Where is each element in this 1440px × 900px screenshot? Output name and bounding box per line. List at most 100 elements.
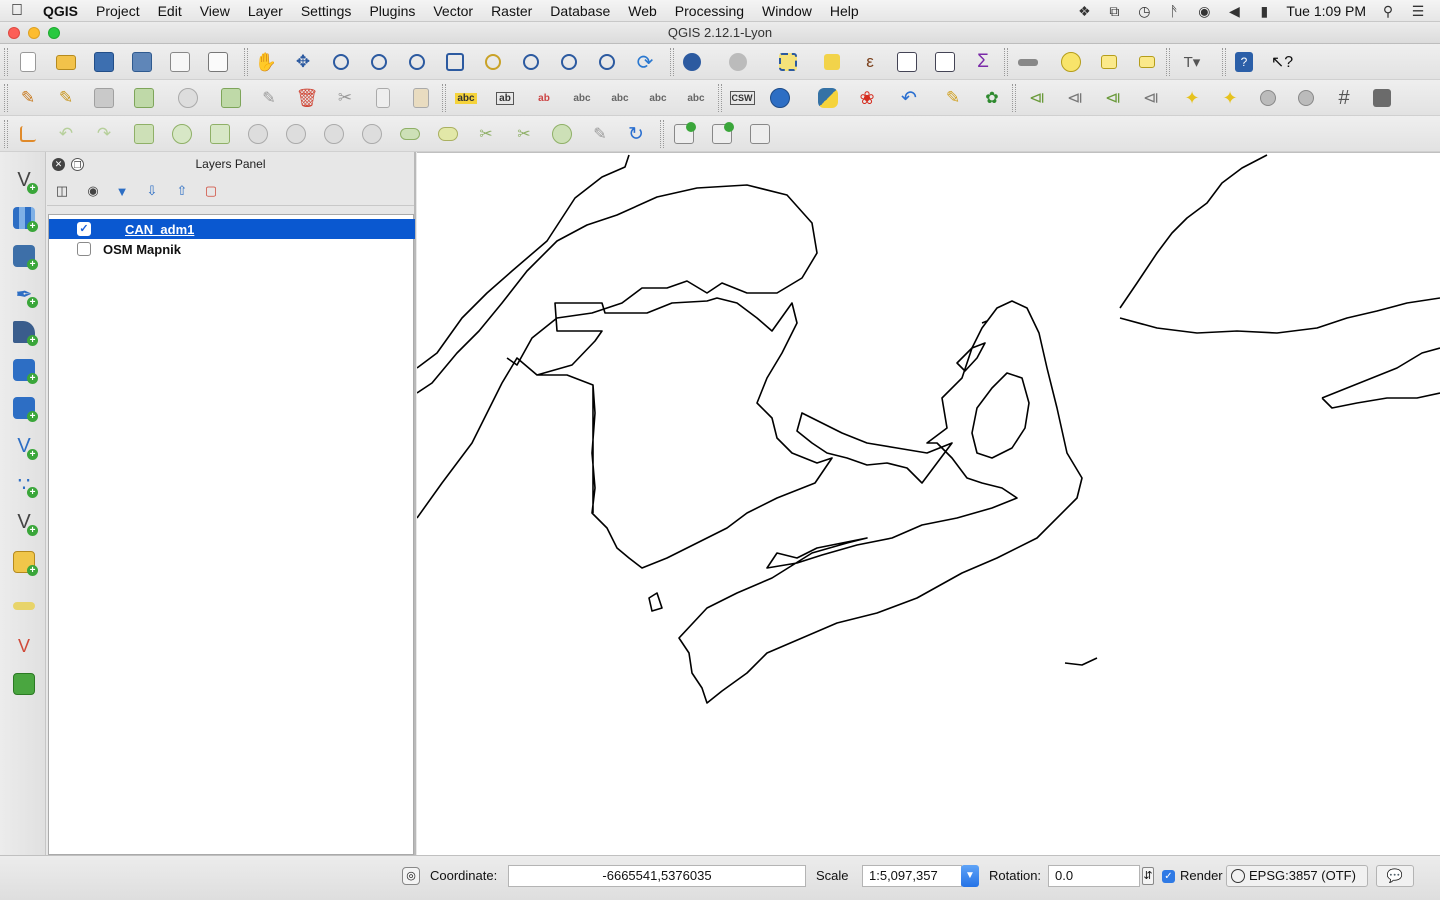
open-project-icon[interactable]	[54, 50, 78, 74]
add-light-icon[interactable]: ✦	[1180, 86, 1204, 110]
fill-ring-icon[interactable]	[246, 122, 270, 146]
toolbar-grip[interactable]	[4, 120, 8, 148]
wifi-icon[interactable]: ◉	[1196, 3, 1212, 19]
add-group-icon[interactable]: ◫	[51, 181, 73, 201]
zoom-next-icon[interactable]	[595, 50, 619, 74]
delete-selected-icon[interactable]: 🗑	[295, 86, 319, 110]
battery-icon[interactable]: ▮	[1256, 3, 1272, 19]
highlight-labels-icon[interactable]: ab	[532, 86, 556, 110]
scale-combo[interactable]: 1:5,097,357	[862, 865, 962, 887]
node-tool-icon[interactable]: ✎	[257, 86, 281, 110]
menu-layer[interactable]: Layer	[239, 0, 292, 22]
manage-visibility-icon[interactable]: ◉	[82, 181, 104, 201]
add-light-2-icon[interactable]: ✦	[1218, 86, 1242, 110]
toolbar-grip[interactable]	[442, 84, 446, 112]
add-mssql-layer-icon[interactable]: +	[10, 318, 38, 346]
pin-labels-icon[interactable]: ab	[493, 86, 517, 110]
deselect-icon[interactable]	[820, 50, 844, 74]
toolbar-grip[interactable]	[1012, 84, 1016, 112]
layer-visibility-checkbox[interactable]: ✓	[77, 222, 91, 236]
new-bookmark-icon[interactable]	[1097, 50, 1121, 74]
dropbox-icon[interactable]: ❖	[1076, 3, 1092, 19]
metasearch-icon[interactable]	[768, 86, 792, 110]
menu-database[interactable]: Database	[541, 0, 619, 22]
add-delimited-text-icon[interactable]: ∵ +	[10, 470, 38, 498]
statistics-icon[interactable]: Σ	[971, 50, 995, 74]
filter-icon[interactable]: ▼	[111, 181, 133, 201]
new-project-icon[interactable]	[16, 50, 40, 74]
delete-part-icon[interactable]	[322, 122, 346, 146]
georeferencer-icon[interactable]	[672, 122, 696, 146]
measure-icon[interactable]	[1016, 50, 1040, 74]
menu-processing[interactable]: Processing	[666, 0, 753, 22]
remove-layer-icon[interactable]: ▢	[200, 181, 222, 201]
cut-features-icon[interactable]: ✂	[333, 86, 357, 110]
coordinate-field[interactable]: -6665541,5376035	[508, 865, 806, 887]
identify-icon[interactable]	[680, 50, 704, 74]
attribute-table-icon[interactable]	[895, 50, 919, 74]
menu-app-name[interactable]: QGIS	[34, 0, 87, 22]
zoom-last-icon[interactable]	[557, 50, 581, 74]
add-wms-layer-icon[interactable]: +	[10, 356, 38, 384]
add-postgis-layer-icon[interactable]: +	[10, 242, 38, 270]
pan-icon[interactable]: ✋	[254, 50, 278, 74]
plugin-bug-icon[interactable]: ✿	[980, 86, 1004, 110]
menu-web[interactable]: Web	[619, 0, 666, 22]
redo-icon[interactable]: ↷	[92, 122, 116, 146]
canada-maple-icon[interactable]: ❀	[855, 86, 879, 110]
tree-3-icon[interactable]: ⧏	[1139, 86, 1163, 110]
map-tips-icon[interactable]	[1059, 50, 1083, 74]
menu-vector[interactable]: Vector	[424, 0, 482, 22]
new-print-composer-icon[interactable]	[168, 50, 192, 74]
show-bookmarks-icon[interactable]	[1135, 50, 1159, 74]
menu-window[interactable]: Window	[753, 0, 821, 22]
zoom-out-icon[interactable]	[367, 50, 391, 74]
panel-float-icon[interactable]: ❐	[71, 158, 84, 171]
add-gps-icon[interactable]	[710, 122, 734, 146]
action-icon[interactable]	[726, 50, 750, 74]
delete-ring-icon[interactable]	[284, 122, 308, 146]
move-label-icon[interactable]: abc	[608, 86, 632, 110]
save-as-icon[interactable]	[130, 50, 154, 74]
undo-icon[interactable]: ↶	[54, 122, 78, 146]
menu-project[interactable]: Project	[87, 0, 149, 22]
select-by-expression-icon[interactable]: ε	[858, 50, 882, 74]
composer-manager-icon[interactable]	[206, 50, 230, 74]
refresh-icon[interactable]: ⟳	[633, 50, 657, 74]
layer-row-osm-mapnik[interactable]: OSM Mapnik	[49, 239, 415, 259]
add-gpx-icon[interactable]	[10, 670, 38, 698]
add-raster-layer-icon[interactable]: +	[10, 204, 38, 232]
copy-features-icon[interactable]	[371, 86, 395, 110]
merge-selected-icon[interactable]: ✂	[512, 122, 536, 146]
add-ring-icon[interactable]	[170, 122, 194, 146]
spotlight-icon[interactable]: ⚲	[1380, 3, 1396, 19]
offset-curve-icon[interactable]	[398, 122, 422, 146]
advanced-digitizing-icon[interactable]	[16, 122, 40, 146]
rotation-field[interactable]: 0.0	[1048, 865, 1140, 887]
add-db2-layer-icon[interactable]: V	[10, 632, 38, 660]
tree-2-icon[interactable]: ⧏	[1101, 86, 1125, 110]
menu-raster[interactable]: Raster	[482, 0, 541, 22]
split-parts-icon[interactable]: ✂	[474, 122, 498, 146]
toolbar-grip[interactable]	[1222, 48, 1226, 76]
add-part-icon[interactable]	[208, 122, 232, 146]
menu-settings[interactable]: Settings	[292, 0, 361, 22]
menu-edit[interactable]: Edit	[149, 0, 191, 22]
add-wfs-layer-icon[interactable]: V +	[10, 432, 38, 460]
toolbar-grip[interactable]	[718, 84, 722, 112]
rotate-point-symbols-icon[interactable]: ✎	[588, 122, 612, 146]
rotation-stepper[interactable]: ⇵	[1142, 867, 1154, 885]
zoom-to-selection-icon[interactable]	[481, 50, 505, 74]
sphere-2-icon[interactable]	[1294, 86, 1318, 110]
spatial-bookmark-icon[interactable]	[748, 122, 772, 146]
select-features-icon[interactable]	[776, 50, 800, 74]
add-virtual-layer-icon[interactable]: +	[10, 548, 38, 576]
field-calculator-icon[interactable]	[933, 50, 957, 74]
change-label-icon[interactable]: abc	[684, 86, 708, 110]
tree-1-icon[interactable]: ⧏	[1063, 86, 1087, 110]
apple-menu-icon[interactable]: 	[0, 2, 34, 20]
toolbar-grip[interactable]	[660, 120, 664, 148]
add-part-icon[interactable]	[176, 86, 200, 110]
new-shapefile-icon[interactable]: V +	[10, 508, 38, 536]
undo-icon[interactable]: ↶	[897, 86, 921, 110]
